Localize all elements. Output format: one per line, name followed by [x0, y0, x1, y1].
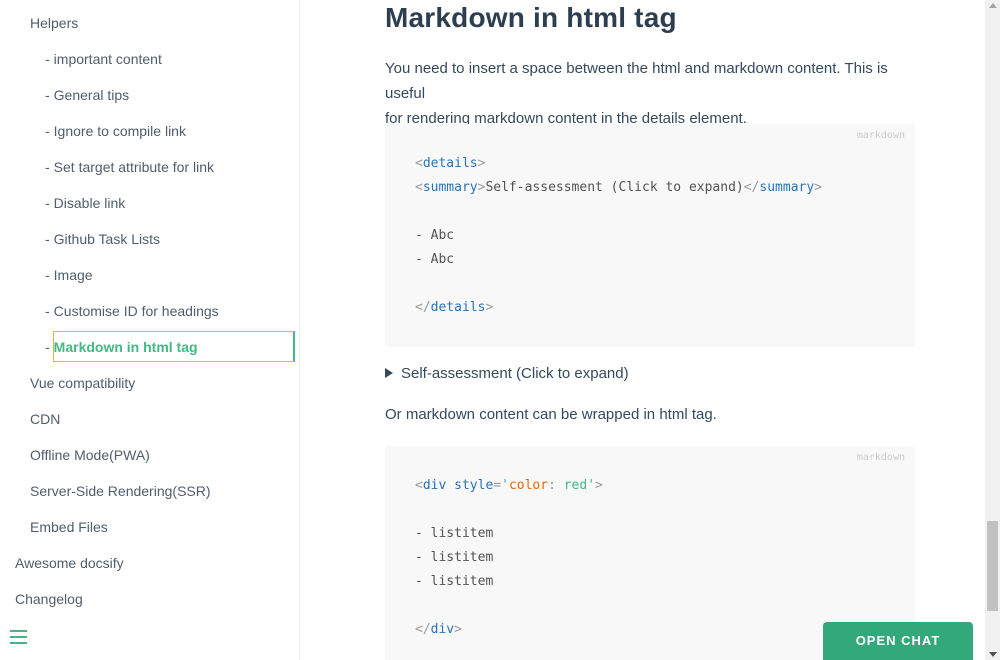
sidebar-item-label: Offline Mode(PWA) [30, 447, 150, 463]
code-lang-label: markdown [856, 452, 905, 463]
code-lang-label: markdown [856, 130, 905, 141]
sidebar-item-ignore-compile-link[interactable]: - Ignore to compile link [45, 122, 186, 140]
sidebar-item-vue-compatibility[interactable]: Vue compatibility [30, 374, 135, 392]
paragraph-intro: You need to insert a space between the h… [385, 56, 920, 131]
sidebar-item-offline-mode[interactable]: Offline Mode(PWA) [30, 446, 150, 464]
sidebar-item-label: Awesome docsify [15, 555, 124, 571]
sidebar-item-label: General tips [53, 87, 130, 103]
dash: - [45, 231, 50, 247]
code-line: - listitem [415, 574, 494, 589]
sidebar-item-image[interactable]: - Image [45, 266, 93, 284]
open-chat-button[interactable]: OPEN CHAT [823, 622, 973, 660]
sidebar-item-label: Markdown in html tag [53, 339, 198, 355]
sidebar-item-helpers[interactable]: Helpers [30, 14, 78, 32]
vertical-scrollbar[interactable] [985, 0, 1000, 660]
sidebar-item-label: Github Task Lists [53, 231, 161, 247]
dash: - [45, 51, 50, 67]
sidebar-item-customise-id[interactable]: - Customise ID for headings [45, 302, 219, 320]
hamburger-icon[interactable] [10, 630, 28, 646]
sidebar-item-disable-link[interactable]: - Disable link [45, 194, 125, 212]
details-summary-label: Self-assessment (Click to expand) [401, 365, 629, 382]
scroll-down-arrow-icon[interactable] [989, 652, 997, 657]
sidebar-item-label: Disable link [53, 195, 126, 211]
code-content: <details> <summary>Self-assessment (Click… [415, 152, 822, 320]
sidebar-item-general-tips[interactable]: - General tips [45, 86, 129, 104]
dash: - [45, 159, 50, 175]
scroll-up-arrow-icon[interactable] [989, 3, 997, 8]
sidebar-item-ssr[interactable]: Server-Side Rendering(SSR) [30, 482, 211, 500]
sidebar-item-set-target-attribute[interactable]: - Set target attribute for link [45, 158, 214, 176]
sidebar-item-cdn[interactable]: CDN [30, 410, 60, 428]
code-line: <div style='color: red'> [415, 478, 603, 493]
scrollbar-thumb[interactable] [987, 521, 998, 611]
dash: - [45, 87, 50, 103]
code-line: <details> [415, 156, 486, 171]
dash: - [45, 267, 50, 283]
code-line: </div> [415, 622, 462, 637]
sidebar-item-label: Server-Side Rendering(SSR) [30, 483, 211, 499]
code-line: <summary>Self-assessment (Click to expan… [415, 180, 823, 195]
page-heading: Markdown in html tag [385, 2, 677, 33]
code-line: </details> [415, 300, 494, 315]
dash: - [45, 123, 50, 139]
main-content: Markdown in html tag You need to insert … [300, 0, 985, 660]
sidebar: Helpers - important content - General tips… [0, 0, 300, 660]
dash: - [45, 303, 50, 319]
sidebar-item-embed-files[interactable]: Embed Files [30, 518, 108, 536]
code-block-details: markdown <details> <summary>Self-assessme… [385, 124, 915, 347]
sidebar-item-label: Set target attribute for link [53, 159, 214, 175]
sidebar-item-label: Changelog [15, 591, 83, 607]
sidebar-item-label: Image [53, 267, 93, 283]
sidebar-item-label: Vue compatibility [30, 375, 136, 391]
code-content: <div style='color: red'> - listitem - lis… [415, 474, 603, 642]
dash: - [45, 195, 50, 211]
sidebar-item-label: important content [53, 51, 162, 67]
sidebar-item-label: Embed Files [30, 519, 108, 535]
sidebar-item-label: Customise ID for headings [53, 303, 219, 319]
dash: - [45, 339, 50, 355]
code-line: - listitem [415, 526, 494, 541]
code-line: - Abc [415, 228, 455, 243]
sidebar-item-changelog[interactable]: Changelog [15, 590, 83, 608]
paragraph-line: You need to insert a space between the h… [385, 60, 888, 102]
sidebar-item-label: Ignore to compile link [53, 123, 186, 139]
sidebar-item-label: CDN [30, 411, 61, 427]
disclosure-triangle-icon [385, 368, 393, 379]
sidebar-item-markdown-in-html-tag[interactable]: - Markdown in html tag [45, 338, 198, 356]
sidebar-item-label: Helpers [30, 15, 79, 31]
code-line: - Abc [415, 252, 455, 267]
code-line: - listitem [415, 550, 494, 565]
details-summary[interactable]: Self-assessment (Click to expand) [385, 365, 629, 382]
paragraph-wrapped: Or markdown content can be wrapped in ht… [385, 406, 717, 423]
sidebar-item-important-content[interactable]: - important content [45, 50, 162, 68]
sidebar-item-github-task-lists[interactable]: - Github Task Lists [45, 230, 160, 248]
sidebar-item-awesome-docsify[interactable]: Awesome docsify [15, 554, 124, 572]
